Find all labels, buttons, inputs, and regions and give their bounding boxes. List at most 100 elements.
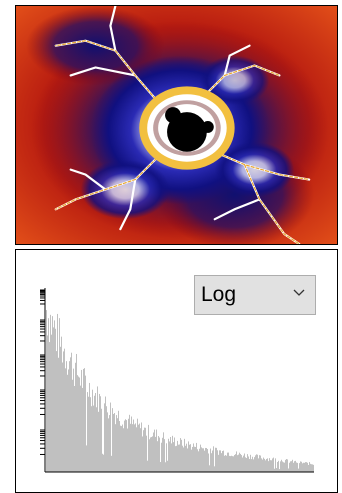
histogram-bar bbox=[180, 438, 181, 472]
histogram-bar bbox=[208, 453, 209, 472]
histogram-bar bbox=[55, 328, 56, 472]
histogram-bar bbox=[189, 444, 190, 472]
histogram-bar bbox=[106, 406, 107, 472]
scale-dropdown[interactable]: Log bbox=[194, 275, 316, 315]
histogram-bar bbox=[124, 420, 125, 472]
histogram-bar bbox=[73, 368, 74, 472]
histogram-bar bbox=[227, 452, 228, 472]
histogram-bar bbox=[283, 462, 284, 472]
histogram-bar bbox=[151, 437, 152, 472]
histogram-bar bbox=[262, 459, 263, 472]
histogram-bar bbox=[192, 446, 193, 472]
histogram-bar bbox=[195, 446, 196, 472]
histogram-bar bbox=[159, 437, 160, 472]
histogram-bar bbox=[304, 462, 305, 472]
histogram-bar bbox=[98, 411, 99, 472]
histogram-bar bbox=[285, 459, 286, 472]
histogram-bar bbox=[257, 454, 258, 472]
histogram-bar bbox=[48, 318, 49, 472]
histogram-bar bbox=[291, 461, 292, 472]
histogram-bar bbox=[275, 458, 276, 472]
histogram-bar bbox=[139, 423, 140, 472]
histogram-bar bbox=[121, 426, 122, 472]
histogram-bar bbox=[72, 379, 73, 472]
histogram-bar bbox=[266, 458, 267, 472]
histogram-bar bbox=[265, 460, 266, 472]
histogram-bar bbox=[288, 468, 289, 472]
histogram-bar bbox=[312, 464, 313, 472]
histogram-bar bbox=[263, 457, 264, 472]
histogram-bar bbox=[93, 405, 94, 472]
histogram-bar bbox=[75, 362, 76, 472]
histogram-bar bbox=[132, 424, 133, 472]
histogram-bar bbox=[119, 421, 120, 472]
histogram-bar bbox=[92, 389, 93, 472]
histogram-bar bbox=[191, 449, 192, 472]
histogram-bar bbox=[144, 427, 145, 472]
histogram-bar bbox=[86, 445, 87, 472]
histogram-bar bbox=[215, 447, 216, 472]
histogram-bar bbox=[134, 424, 135, 472]
histogram-bar bbox=[251, 459, 252, 472]
histogram-bar bbox=[299, 463, 300, 472]
histogram-bar bbox=[240, 453, 241, 472]
histogram-bar bbox=[67, 374, 68, 472]
histogram-bar bbox=[311, 464, 312, 472]
histogram-bar bbox=[241, 455, 242, 472]
histogram-bar bbox=[250, 454, 251, 472]
histogram-bar bbox=[173, 442, 174, 472]
histogram-bar bbox=[313, 464, 314, 472]
histogram-bar bbox=[156, 429, 157, 472]
histogram-bar bbox=[167, 460, 168, 472]
histogram-bar bbox=[148, 424, 149, 472]
histogram-bar bbox=[47, 335, 48, 472]
histogram-bar bbox=[293, 462, 294, 472]
histogram-bar bbox=[200, 444, 201, 472]
histogram-bar bbox=[238, 454, 239, 472]
histogram-bar bbox=[224, 455, 225, 472]
histogram-bar bbox=[209, 465, 210, 472]
histogram-bar bbox=[231, 455, 232, 472]
histogram-bar bbox=[107, 412, 108, 472]
histogram-bar bbox=[230, 456, 231, 472]
histogram-bar bbox=[155, 436, 156, 472]
histogram-bar bbox=[114, 413, 115, 472]
histogram-bar bbox=[118, 410, 119, 472]
histogram-bar bbox=[95, 392, 96, 472]
histogram-bar bbox=[105, 396, 106, 472]
histogram-bar bbox=[223, 450, 224, 472]
histogram-bar bbox=[163, 432, 164, 472]
histogram-bar bbox=[57, 313, 58, 472]
histogram-bar bbox=[74, 385, 75, 472]
histogram-bar bbox=[281, 459, 282, 472]
histogram-bar bbox=[260, 455, 261, 472]
histogram-bar bbox=[169, 441, 170, 472]
histogram-bar bbox=[131, 416, 132, 472]
histogram-bar bbox=[236, 451, 237, 472]
histogram-bar bbox=[218, 454, 219, 472]
histogram-bar bbox=[46, 310, 47, 472]
histogram-bar bbox=[239, 452, 240, 472]
histogram-bar bbox=[94, 395, 95, 472]
histogram-bar bbox=[127, 428, 128, 472]
histogram-bar bbox=[219, 450, 220, 472]
histogram-bar bbox=[278, 460, 279, 472]
histogram-bar bbox=[298, 468, 299, 472]
histogram-bar bbox=[150, 437, 151, 472]
fractal-image-view[interactable] bbox=[15, 5, 338, 245]
histogram-bar bbox=[212, 450, 213, 472]
histogram-bar bbox=[177, 440, 178, 472]
histogram-bar bbox=[76, 353, 77, 472]
histogram-bar bbox=[294, 461, 295, 472]
histogram-bar bbox=[154, 429, 155, 472]
histogram-bar bbox=[284, 462, 285, 472]
histogram-bar bbox=[253, 459, 254, 472]
histogram-bar bbox=[172, 435, 173, 472]
histogram-bar bbox=[152, 436, 153, 472]
histogram-bar bbox=[81, 369, 82, 472]
histogram-bar bbox=[109, 415, 110, 472]
histogram-bar bbox=[91, 406, 92, 472]
histogram-bar bbox=[194, 446, 195, 472]
histogram-bar bbox=[306, 462, 307, 472]
histogram-bar bbox=[307, 462, 308, 472]
